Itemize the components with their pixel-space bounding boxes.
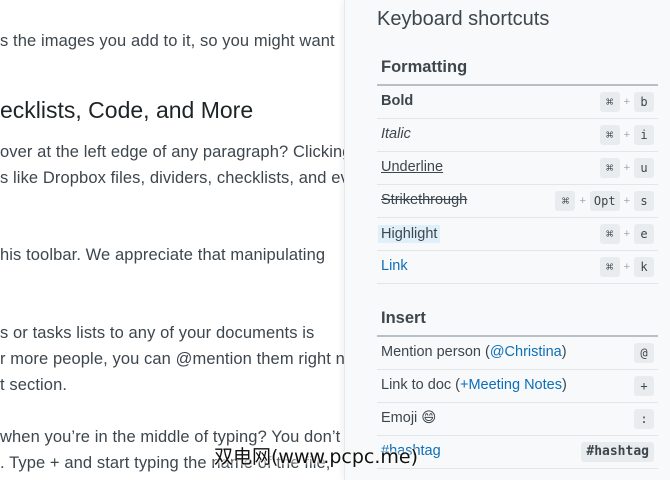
shortcut-label: Emoji 😄 xyxy=(381,410,436,426)
doc-text-line: over at the left edge of any paragraph? … xyxy=(0,143,344,161)
shortcut-label: Bold xyxy=(381,93,414,109)
insert-section-title: Insert xyxy=(381,309,426,327)
letter-key: u xyxy=(634,158,654,178)
shortcut-label: Mention person (@Christina) xyxy=(381,344,567,360)
doc-text-line: s like Dropbox files, dividers, checklis… xyxy=(0,169,344,187)
panel-title: Keyboard shortcuts xyxy=(377,8,550,30)
document-body[interactable]: s the images you add to it, so you might… xyxy=(0,0,344,480)
command-key: ⌘ xyxy=(599,158,620,178)
watermark: 双电网(www.pcpc.me) xyxy=(214,446,418,468)
letter-key: k xyxy=(634,257,654,277)
plus-sign: + xyxy=(623,261,630,273)
plus-sign: + xyxy=(623,228,630,240)
emoji-label: Emoji xyxy=(381,410,418,426)
shortcut-row-hashtag: #hashtag #hashtag xyxy=(377,436,658,469)
smiley-icon: 😄 xyxy=(421,410,437,426)
command-key: ⌘ xyxy=(599,125,620,145)
doclink-example: Meeting Notes xyxy=(468,377,562,393)
mention-suffix: ) xyxy=(561,344,567,360)
letter-key: i xyxy=(634,125,654,145)
letter-key: e xyxy=(634,224,654,244)
command-key: ⌘ xyxy=(599,224,620,244)
shortcut-label: Link xyxy=(381,258,408,274)
shortcut-row-strikethrough: Strikethrough ⌘ + Opt + s xyxy=(377,185,658,218)
shortcut-row-mention: Mention person (@Christina) @ xyxy=(377,337,658,370)
letter-key: s xyxy=(634,191,654,211)
shortcut-label: Strikethrough xyxy=(381,192,468,208)
shortcut-label: Underline xyxy=(381,159,444,175)
formatting-section-title: Formatting xyxy=(381,58,468,76)
option-key: Opt xyxy=(589,191,620,211)
plus-key: + xyxy=(634,376,654,396)
plus-sign: + xyxy=(579,195,586,207)
hashtag-key: #hashtag xyxy=(581,442,654,462)
shortcut-row-link: Link ⌘ + k xyxy=(377,251,658,284)
doc-text-line: s the images you add to it, so you might… xyxy=(0,32,335,50)
plus-sign: + xyxy=(623,129,630,141)
doc-text-line: t section. xyxy=(0,376,68,394)
shortcut-row-bold: Bold ⌘ + b xyxy=(377,86,658,119)
command-key: ⌘ xyxy=(555,191,576,211)
command-key: ⌘ xyxy=(599,92,620,112)
keyboard-shortcuts-panel: Keyboard shortcuts Formatting Bold ⌘ + b… xyxy=(344,0,670,480)
shortcut-label: Highlight xyxy=(378,225,441,243)
shortcut-row-emoji: Emoji 😄 : xyxy=(377,403,658,436)
doc-text-line: r more people, you can @mention them rig… xyxy=(0,350,344,368)
shortcut-label: Italic xyxy=(381,126,411,142)
command-key: ⌘ xyxy=(599,257,620,277)
mention-example: @Christina xyxy=(489,344,562,360)
letter-key: b xyxy=(634,92,654,112)
shortcut-row-highlight: Highlight ⌘ + e xyxy=(377,218,658,251)
plus-sign: + xyxy=(623,195,630,207)
shortcut-row-underline: Underline ⌘ + u xyxy=(377,152,658,185)
doc-heading: ecklists, Code, and More xyxy=(0,97,254,123)
shortcut-label: Link to doc (+Meeting Notes) xyxy=(381,377,567,393)
plus-sign: + xyxy=(623,162,630,174)
at-key: @ xyxy=(634,343,654,363)
doclink-prefix: Link to doc ( xyxy=(381,377,460,393)
doc-text-line: s or tasks lists to any of your document… xyxy=(0,324,315,342)
colon-key: : xyxy=(634,409,654,429)
shortcut-row-italic: Italic ⌘ + i xyxy=(377,119,658,152)
mention-prefix: Mention person ( xyxy=(381,344,490,360)
shortcut-row-link-to-doc: Link to doc (+Meeting Notes) + xyxy=(377,370,658,403)
doc-text-line: his toolbar. We appreciate that manipula… xyxy=(0,246,326,264)
doclink-suffix: ) xyxy=(561,377,567,393)
plus-sign: + xyxy=(623,96,630,108)
